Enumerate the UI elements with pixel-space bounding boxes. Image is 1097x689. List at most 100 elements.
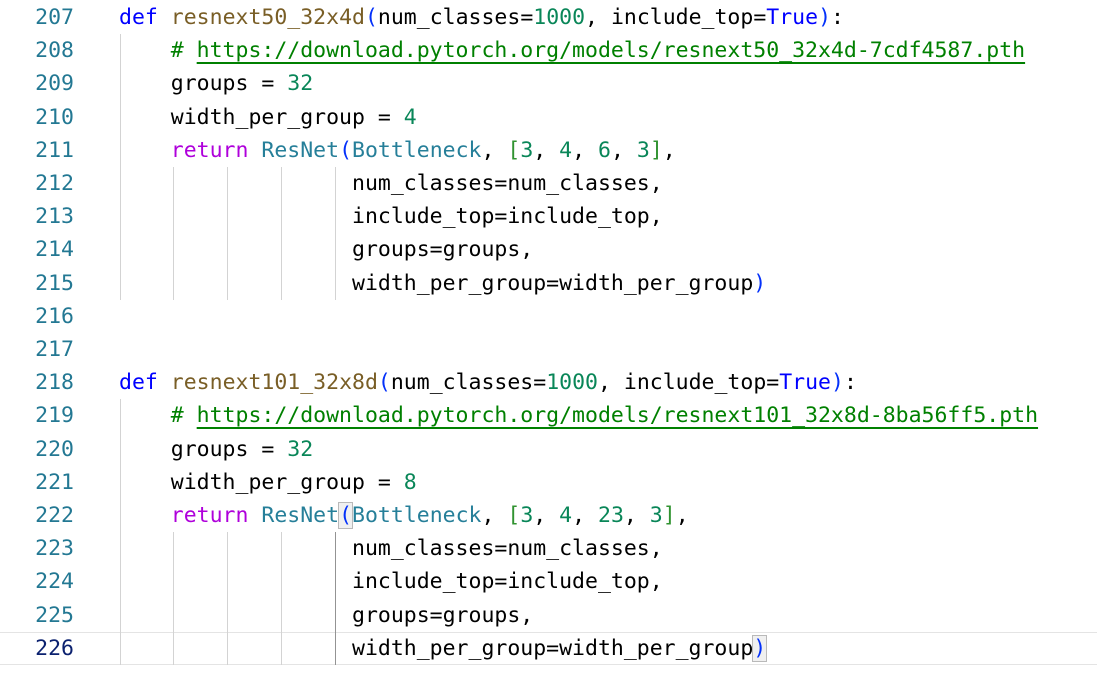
code-text[interactable]: return ResNet(Bottleneck, [3, 4, 23, 3], bbox=[119, 499, 689, 532]
code-text[interactable]: groups=groups, bbox=[119, 599, 533, 632]
code-token: [ bbox=[507, 137, 521, 163]
code-line[interactable]: 212 num_classes=num_classes, bbox=[0, 167, 1097, 201]
code-token: ( bbox=[338, 502, 354, 529]
code-text[interactable]: def resnext50_32x4d(num_classes=1000, in… bbox=[119, 1, 844, 34]
code-token: ) bbox=[753, 270, 767, 296]
code-line[interactable]: 222 return ResNet(Bottleneck, [3, 4, 23,… bbox=[0, 499, 1097, 533]
code-token: include_top bbox=[610, 5, 754, 30]
code-line[interactable]: 210 width_per_group = 4 bbox=[0, 100, 1097, 134]
code-text[interactable]: return ResNet(Bottleneck, [3, 4, 6, 3], bbox=[119, 134, 676, 167]
code-token: ] bbox=[649, 137, 663, 163]
code-token: , bbox=[533, 503, 560, 528]
line-number: 215 bbox=[35, 270, 74, 296]
code-token: , bbox=[675, 503, 689, 528]
code-text[interactable]: width_per_group = 4 bbox=[119, 101, 417, 134]
code-text[interactable]: width_per_group = 8 bbox=[119, 466, 417, 499]
code-line[interactable]: 217 bbox=[0, 333, 1097, 366]
code-text[interactable]: groups=groups, bbox=[119, 233, 533, 266]
code-line[interactable]: 213 include_top=include_top, bbox=[0, 200, 1097, 234]
code-token: include_top=include_top, bbox=[352, 569, 663, 595]
code-token: groups=groups, bbox=[352, 237, 534, 263]
code-token: groups=groups, bbox=[352, 602, 534, 628]
code-text[interactable]: groups = 32 bbox=[119, 67, 313, 100]
line-number: 212 bbox=[35, 171, 74, 196]
line-number: 209 bbox=[35, 71, 74, 97]
code-token: ) bbox=[831, 370, 844, 396]
line-number: 225 bbox=[35, 602, 74, 628]
code-line[interactable]: 221 width_per_group = 8 bbox=[0, 465, 1097, 499]
code-line[interactable]: 226 width_per_group=width_per_group) bbox=[0, 631, 1097, 665]
code-token: , bbox=[585, 5, 611, 30]
code-text[interactable]: include_top=include_top, bbox=[119, 200, 663, 233]
code-text[interactable]: num_classes=num_classes, bbox=[119, 532, 663, 565]
code-line[interactable]: 224 include_top=include_top, bbox=[0, 565, 1097, 599]
code-token: 4 bbox=[559, 137, 573, 163]
line-number: 208 bbox=[35, 38, 74, 64]
code-token: 4 bbox=[559, 503, 573, 528]
code-token: 6 bbox=[598, 137, 611, 163]
code-text[interactable]: include_top=include_top, bbox=[119, 565, 663, 598]
code-text[interactable]: groups = 32 bbox=[119, 433, 313, 466]
code-line[interactable]: 225 groups=groups, bbox=[0, 598, 1097, 632]
code-line[interactable]: 214 groups=groups, bbox=[0, 233, 1097, 267]
code-token: , bbox=[481, 503, 508, 528]
code-token: = bbox=[364, 469, 404, 495]
code-text[interactable]: # https://download.pytorch.org/models/re… bbox=[119, 34, 1025, 67]
line-number: 226 bbox=[35, 635, 74, 661]
code-token: = bbox=[364, 104, 404, 130]
line-number: 207 bbox=[35, 5, 74, 30]
line-number: 217 bbox=[35, 337, 74, 362]
code-token: = bbox=[248, 436, 288, 462]
code-token: # bbox=[170, 403, 197, 429]
code-text[interactable]: width_per_group=width_per_group) bbox=[119, 267, 766, 300]
code-token: return bbox=[170, 503, 249, 528]
code-editor[interactable]: 207 def resnext50_32x4d(num_classes=1000,… bbox=[0, 0, 1097, 689]
code-token: num_classes=num_classes, bbox=[352, 536, 663, 562]
code-token: , bbox=[572, 137, 599, 163]
code-token: 1000 bbox=[533, 5, 586, 30]
line-number: 218 bbox=[35, 370, 74, 396]
code-line[interactable]: 215 width_per_group=width_per_group) bbox=[0, 266, 1097, 300]
code-token: num_classes bbox=[377, 5, 521, 30]
code-line[interactable]: 208 # https://download.pytorch.org/model… bbox=[0, 34, 1097, 68]
code-text[interactable]: def resnext101_32x8d(num_classes=1000, i… bbox=[119, 366, 857, 399]
code-line[interactable]: 209 groups = 32 bbox=[0, 67, 1097, 101]
code-line[interactable]: 219 # https://download.pytorch.org/model… bbox=[0, 399, 1097, 433]
code-token: = bbox=[533, 370, 547, 396]
code-text[interactable]: num_classes=num_classes, bbox=[119, 167, 663, 200]
code-token: Bottleneck bbox=[352, 137, 482, 163]
code-line[interactable]: 211 return ResNet(Bottleneck, [3, 4, 6, … bbox=[0, 133, 1097, 167]
code-text[interactable]: width_per_group=width_per_group) bbox=[119, 632, 768, 665]
code-token: 8 bbox=[403, 469, 417, 495]
code-token: Bottleneck bbox=[352, 503, 482, 528]
code-line[interactable]: 218 def resnext101_32x8d(num_classes=1000… bbox=[0, 366, 1097, 399]
code-token: , bbox=[481, 137, 508, 163]
code-token: width_per_group=width_per_group bbox=[352, 635, 754, 661]
code-line[interactable]: 216 bbox=[0, 300, 1097, 333]
code-token: , bbox=[533, 137, 560, 163]
line-number: 210 bbox=[35, 104, 74, 130]
code-token: groups bbox=[170, 71, 249, 97]
code-text[interactable]: # https://download.pytorch.org/models/re… bbox=[119, 399, 1038, 432]
code-token: , bbox=[572, 503, 599, 528]
code-token: num_classes bbox=[390, 370, 534, 396]
code-token: width_per_group bbox=[170, 469, 365, 495]
code-token: 3 bbox=[636, 137, 650, 163]
code-token: 3 bbox=[520, 503, 534, 528]
code-line[interactable]: 223 num_classes=num_classes, bbox=[0, 532, 1097, 566]
code-token: 4 bbox=[403, 104, 417, 130]
code-line[interactable]: 220 groups = 32 bbox=[0, 432, 1097, 466]
code-line[interactable]: 207 def resnext50_32x4d(num_classes=1000,… bbox=[0, 1, 1097, 34]
code-token: include_top=include_top, bbox=[352, 204, 663, 230]
code-token: resnext50_32x4d bbox=[170, 5, 365, 30]
code-token: 32 bbox=[287, 71, 314, 97]
